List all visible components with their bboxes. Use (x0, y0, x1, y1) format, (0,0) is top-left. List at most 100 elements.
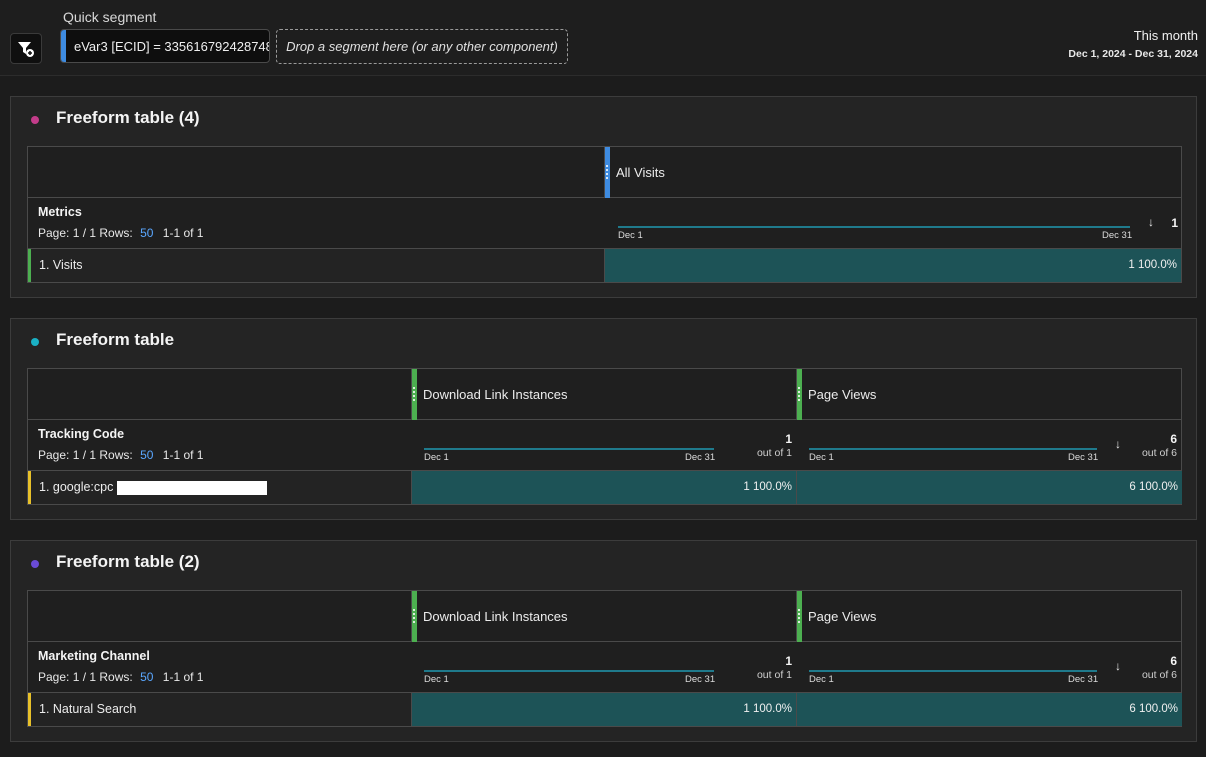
pagination: Page: 1 / 1 Rows: 50 1-1 of 1 (38, 448, 203, 462)
sparkline-start-label: Dec 1 (424, 452, 449, 463)
add-segment-filter-button[interactable] (10, 33, 42, 64)
row-value-cell[interactable]: 1 100.0% (605, 249, 1181, 282)
segment-chip-text: eVar3 [ECID] = 33561679242874894 (74, 38, 270, 54)
table-summary-row: Marketing Channel Page: 1 / 1 Rows: 50 1… (28, 642, 1181, 693)
panel-header[interactable]: Freeform table (2) (11, 541, 1196, 587)
column-header-download-link-instances[interactable]: Download Link Instances (412, 591, 796, 642)
row-value: 1 100.0% (743, 703, 792, 715)
sort-desc-icon[interactable]: ↓ (1115, 437, 1121, 451)
panel-color-dot (31, 338, 39, 346)
row-label-text: 1. google:cpc (39, 480, 114, 494)
freeform-table: Download Link Instances Page Views Track… (27, 368, 1182, 505)
row-label: 1. Visits (39, 258, 83, 272)
date-range-title[interactable]: This month (1134, 28, 1198, 43)
sparkline (618, 226, 1130, 228)
sparkline-start-label: Dec 1 (809, 452, 834, 463)
panel-color-dot (31, 116, 39, 124)
column-total-sub: out of 6 (1141, 447, 1177, 459)
table-summary-row: Metrics Page: 1 / 1 Rows: 50 1-1 of 1 De… (28, 198, 1181, 249)
column-drag-handle[interactable] (797, 369, 802, 420)
column-drag-handle[interactable] (605, 147, 610, 198)
panel-color-dot (31, 560, 39, 568)
row-range: 1-1 of 1 (162, 670, 204, 684)
segment-chip[interactable]: eVar3 [ECID] = 33561679242874894 (60, 29, 270, 63)
column-header-page-views[interactable]: Page Views (797, 591, 1182, 642)
row-value-cell[interactable]: 1 100.0% (412, 693, 796, 726)
column-drag-handle[interactable] (412, 369, 417, 420)
panel-freeform-table-2: Freeform table (2) Download Link Instanc… (10, 540, 1197, 742)
sparkline-end-label: Dec 31 (685, 674, 716, 685)
sparkline-end-label: Dec 31 (1068, 452, 1099, 463)
column-drag-handle[interactable] (797, 591, 802, 642)
segment-chip-color-bar (61, 30, 66, 62)
rows-label: Rows: (99, 448, 133, 462)
sparkline-end-label: Dec 31 (1068, 674, 1099, 685)
column-total: 6 (1170, 654, 1177, 668)
column-total-sub: out of 1 (756, 669, 792, 681)
pagination: Page: 1 / 1 Rows: 50 1-1 of 1 (38, 670, 203, 684)
panel-title[interactable]: Freeform table (4) (56, 108, 200, 128)
panel-header[interactable]: Freeform table (11, 319, 1196, 365)
sort-desc-icon[interactable]: ↓ (1115, 659, 1121, 673)
analysis-header: Quick segment eVar3 [ECID] = 33561679242… (0, 0, 1206, 76)
quick-segment-label: Quick segment (63, 9, 157, 25)
column-header-label: All Visits (616, 165, 665, 180)
rows-per-page-select[interactable]: 50 (140, 226, 153, 240)
sparkline-start-label: Dec 1 (618, 230, 643, 241)
column-drag-handle[interactable] (412, 591, 417, 642)
freeform-table: All Visits Metrics Page: 1 / 1 Rows: 50 … (27, 146, 1182, 283)
panel-freeform-table-4: Freeform table (4) All Visits Metrics Pa… (10, 96, 1197, 298)
row-label: 1. google:cpc (39, 480, 268, 495)
row-value-cell[interactable]: 1 100.0% (412, 471, 796, 504)
rows-label: Rows: (99, 226, 133, 240)
column-header-label: Download Link Instances (423, 387, 568, 402)
column-header-label: Page Views (808, 609, 877, 624)
column-header-all-visits[interactable]: All Visits (605, 147, 1181, 198)
date-range-value[interactable]: Dec 1, 2024 - Dec 31, 2024 (1068, 48, 1198, 60)
freeform-table: Download Link Instances Page Views Marke… (27, 590, 1182, 727)
sparkline-start-label: Dec 1 (809, 674, 834, 685)
table-row[interactable]: 1. Visits 1 100.0% (28, 249, 1181, 282)
table-row[interactable]: 1. google:cpc 1 100.0% 6 100.0% (28, 471, 1182, 504)
column-total-sub: out of 6 (1141, 669, 1177, 681)
row-label-cell[interactable]: 1. google:cpc (28, 471, 411, 504)
dimension-name: Tracking Code (38, 427, 125, 441)
sparkline (424, 448, 714, 450)
row-value-cell[interactable]: 6 100.0% (797, 693, 1182, 726)
panel-title[interactable]: Freeform table (2) (56, 552, 200, 572)
dimension-name: Marketing Channel (38, 649, 150, 663)
column-total: 1 (785, 432, 792, 446)
panel-title[interactable]: Freeform table (56, 330, 174, 350)
rows-label: Rows: (99, 670, 133, 684)
dimension-name: Metrics (38, 205, 82, 219)
rows-per-page-select[interactable]: 50 (140, 448, 153, 462)
sparkline (424, 670, 714, 672)
column-total-sub: out of 1 (756, 447, 792, 459)
segment-drop-zone[interactable]: Drop a segment here (or any other compon… (276, 29, 568, 64)
sort-desc-icon[interactable]: ↓ (1148, 215, 1154, 229)
row-value-cell[interactable]: 6 100.0% (797, 471, 1182, 504)
panel-header[interactable]: Freeform table (4) (11, 97, 1196, 143)
row-label: 1. Natural Search (39, 702, 137, 716)
column-total: 1 (1171, 216, 1178, 230)
panel-freeform-table: Freeform table Download Link Instances P… (10, 318, 1197, 520)
column-total: 1 (785, 654, 792, 668)
page-indicator: Page: 1 / 1 (38, 670, 97, 684)
redacted-block (117, 480, 268, 495)
table-summary-row: Tracking Code Page: 1 / 1 Rows: 50 1-1 o… (28, 420, 1181, 471)
table-row[interactable]: 1. Natural Search 1 100.0% 6 100.0% (28, 693, 1182, 726)
rows-per-page-select[interactable]: 50 (140, 670, 153, 684)
column-header-page-views[interactable]: Page Views (797, 369, 1182, 420)
row-label-cell[interactable]: 1. Visits (28, 249, 604, 282)
table-header-row: Download Link Instances Page Views (28, 369, 1181, 420)
row-value: 1 100.0% (743, 481, 792, 493)
sparkline-start-label: Dec 1 (424, 674, 449, 685)
table-header-row: All Visits (28, 147, 1181, 198)
column-header-download-link-instances[interactable]: Download Link Instances (412, 369, 796, 420)
page-indicator: Page: 1 / 1 (38, 448, 97, 462)
filter-add-icon (18, 41, 34, 57)
sparkline-end-label: Dec 31 (1102, 230, 1133, 241)
column-header-label: Page Views (808, 387, 877, 402)
row-label-cell[interactable]: 1. Natural Search (28, 693, 411, 726)
column-total: 6 (1170, 432, 1177, 446)
